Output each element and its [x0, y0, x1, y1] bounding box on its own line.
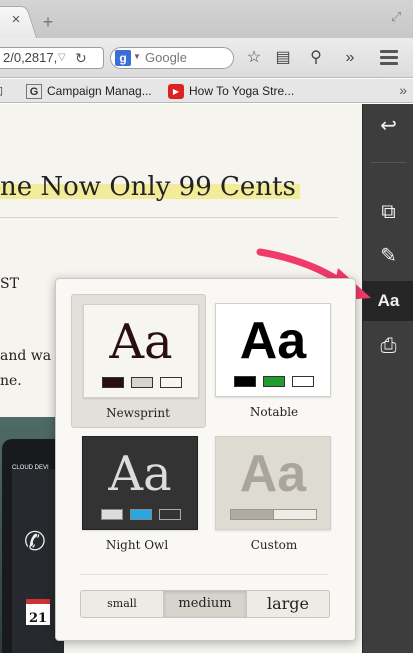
- theme-sample: Aa: [239, 312, 307, 370]
- swatch: [230, 509, 274, 520]
- edit-text-icon: ✎: [380, 245, 397, 267]
- bookmarks-bar: ▯ G Campaign Manag... ▶ How To Yoga Stre..…: [0, 79, 413, 103]
- theme-preview: Aa: [215, 303, 331, 397]
- theme-preview: Aa: [215, 436, 331, 530]
- close-tab-icon[interactable]: ×: [8, 12, 24, 28]
- tab-strip: × + ⤢: [0, 0, 413, 38]
- divider: [0, 217, 338, 218]
- swatch: [263, 376, 285, 387]
- bookmark-label: How To Yoga Stre...: [189, 84, 295, 98]
- theme-notable[interactable]: Aa Notable: [204, 294, 339, 428]
- back-button[interactable]: ↩: [363, 106, 413, 146]
- swatch: [234, 376, 256, 387]
- swatch: [160, 377, 182, 388]
- youtube-favicon-icon: ▶: [168, 84, 184, 100]
- bookmark-item[interactable]: ▶ How To Yoga Stre...: [168, 82, 294, 100]
- new-tab-button[interactable]: +: [40, 13, 56, 31]
- article-image: CLOUD DEVI ✆ 21: [0, 417, 64, 653]
- search-engine-icon[interactable]: g: [115, 50, 131, 66]
- fullscreen-icon[interactable]: ⤢: [391, 10, 405, 24]
- search-box[interactable]: g ▼ Google: [110, 47, 234, 69]
- theme-night-owl[interactable]: Aa Night Owl: [71, 427, 206, 561]
- print-button[interactable]: ⎙: [363, 326, 413, 366]
- theme-newsprint[interactable]: Aa Newsprint: [71, 294, 206, 428]
- search-engine-dropdown-icon[interactable]: ▼: [133, 52, 141, 61]
- calendar-icon: 21: [26, 599, 50, 626]
- size-medium-button[interactable]: medium: [164, 591, 247, 617]
- browser-toolbar: 2/0,2817, ▽ ↻ g ▼ Google ☆ ▤ ⚲ »: [0, 38, 413, 78]
- color-swatches: [230, 509, 320, 521]
- theme-label: Notable: [249, 405, 299, 419]
- more-bookmarks-icon[interactable]: »: [399, 82, 407, 98]
- swatch: [101, 509, 123, 520]
- url-text: 2/0,2817,: [3, 50, 58, 65]
- size-large-button[interactable]: large: [247, 591, 329, 617]
- swatch: [131, 377, 153, 388]
- size-small-button[interactable]: small: [81, 591, 164, 617]
- menu-button[interactable]: [380, 50, 398, 66]
- article-headline: ne Now Only 99 Cents: [0, 172, 300, 202]
- search-placeholder: Google: [145, 50, 187, 65]
- article-text: and wa: [0, 348, 52, 364]
- google-favicon-icon: G: [26, 84, 42, 100]
- address-bar[interactable]: 2/0,2817, ▽ ↻: [0, 47, 104, 69]
- more-extensions-icon[interactable]: »: [340, 48, 360, 68]
- phone-call-icon: ✆: [24, 527, 46, 557]
- swatch: [102, 377, 124, 388]
- reading-list-icon[interactable]: ▤: [273, 48, 293, 68]
- bookmark-favicon-icon: ▯: [0, 84, 8, 99]
- color-swatches: [234, 376, 314, 388]
- swatch: [292, 376, 314, 387]
- color-swatches: [101, 509, 181, 521]
- theme-label: Custom: [250, 538, 298, 552]
- reload-icon[interactable]: ↻: [75, 48, 87, 68]
- theme-sample: Aa: [109, 314, 173, 370]
- color-swatches: [102, 377, 182, 389]
- theme-sample: Aa: [239, 445, 307, 503]
- url-dropdown-icon[interactable]: ▽: [58, 48, 66, 68]
- phone-tabs-text: CLOUD DEVI: [12, 465, 49, 471]
- swatch: [130, 509, 152, 520]
- theme-preview: Aa: [82, 436, 198, 530]
- clip-button[interactable]: ⧉: [363, 192, 413, 232]
- popup-divider: [80, 574, 328, 575]
- swatch: [159, 509, 181, 520]
- theme-sample: Aa: [108, 446, 172, 502]
- theme-label: Night Owl: [105, 538, 169, 552]
- bookmark-item[interactable]: ▯: [0, 82, 13, 100]
- theme-custom[interactable]: Aa Custom: [204, 427, 339, 561]
- evernote-clip-icon: ⧉: [381, 201, 396, 223]
- font-size-selector: small medium large: [80, 590, 330, 618]
- text-style-icon: Aa: [377, 291, 400, 310]
- article-text: ST: [0, 276, 19, 292]
- printer-icon: ⎙: [380, 335, 397, 357]
- reader-sidebar: ↩ ⧉ ✎ Aa ⎙: [362, 104, 413, 653]
- swatch: [273, 509, 317, 520]
- bookmark-item[interactable]: G Campaign Manag...: [26, 82, 152, 100]
- text-style-popup: Aa Newsprint Aa Notable Aa Night Owl Aa …: [55, 278, 356, 641]
- bookmark-star-icon[interactable]: ☆: [244, 48, 264, 68]
- bookmark-label: Campaign Manag...: [47, 84, 152, 98]
- sidebar-divider: [371, 162, 406, 163]
- theme-label: Newsprint: [106, 406, 170, 420]
- back-arrow-icon: ↩: [380, 115, 397, 137]
- extension-icon[interactable]: ⚲: [306, 48, 326, 68]
- theme-preview: Aa: [83, 304, 199, 398]
- article-text: ne.: [0, 373, 22, 389]
